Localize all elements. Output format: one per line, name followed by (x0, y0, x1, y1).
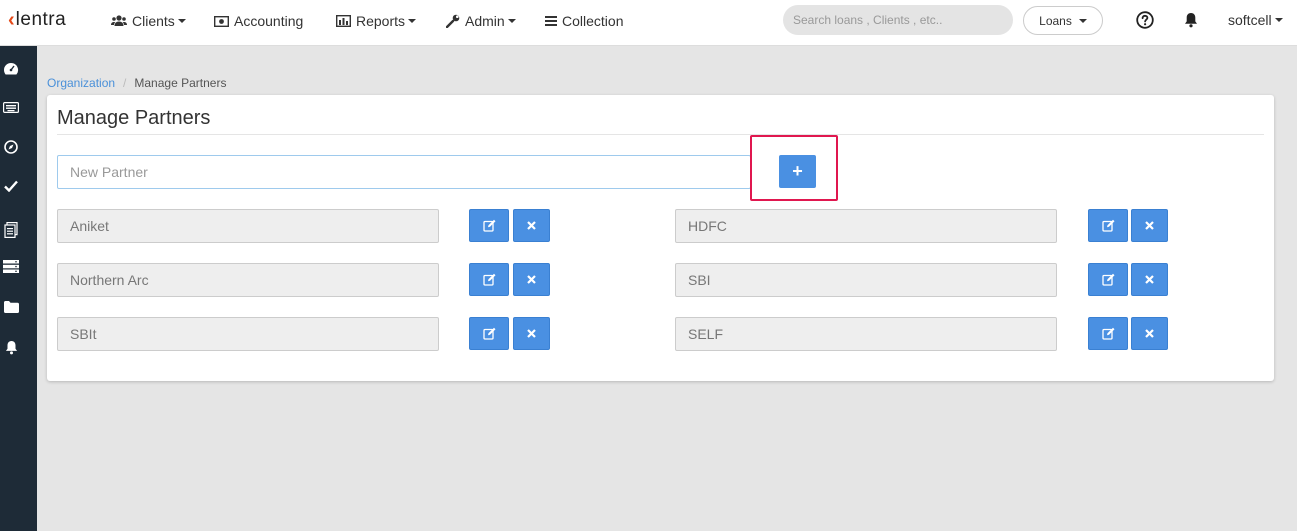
add-partner-button[interactable]: + (779, 155, 816, 188)
close-icon (1145, 275, 1154, 284)
page-title: Manage Partners (57, 107, 211, 129)
delete-partner-button[interactable] (1131, 263, 1168, 296)
folder-icon[interactable] (3, 299, 19, 315)
bell-icon[interactable] (3, 339, 19, 355)
app-logo[interactable]: ‹ lentra (8, 9, 66, 31)
help-icon[interactable] (1136, 11, 1154, 29)
chevron-down-icon (507, 19, 516, 23)
chevron-down-icon (408, 19, 417, 23)
partner-name-field[interactable] (675, 209, 1057, 243)
bar-chart-icon (336, 15, 351, 27)
breadcrumb-current: Manage Partners (134, 76, 227, 90)
partner-name-field[interactable] (675, 317, 1057, 351)
bell-icon[interactable] (1184, 12, 1198, 28)
chevron-down-icon (177, 19, 186, 23)
nav-accounting-label: Accounting (234, 13, 304, 29)
loans-dropdown[interactable]: Loans (1023, 6, 1103, 35)
users-icon (111, 15, 127, 26)
breadcrumb-separator: / (123, 76, 127, 90)
logo-text: lentra (15, 9, 67, 30)
close-icon (527, 221, 536, 230)
nav-admin-label: Admin (465, 13, 505, 29)
user-menu[interactable]: softcell (1228, 12, 1283, 28)
edit-partner-button[interactable] (469, 209, 509, 242)
partner-name-field[interactable] (675, 263, 1057, 297)
nav-clients[interactable]: Clients (111, 12, 186, 30)
edit-icon (1101, 327, 1114, 340)
breadcrumb: Organization / Manage Partners (47, 76, 226, 90)
delete-partner-button[interactable] (513, 263, 550, 296)
delete-partner-button[interactable] (513, 317, 550, 350)
check-icon[interactable] (3, 178, 19, 194)
nav-collection-label: Collection (562, 13, 624, 29)
edit-icon (1101, 219, 1114, 232)
new-partner-input[interactable] (57, 155, 751, 189)
server-icon[interactable] (3, 258, 19, 274)
delete-partner-button[interactable] (1131, 317, 1168, 350)
delete-partner-button[interactable] (513, 209, 550, 242)
title-divider (57, 134, 1264, 135)
user-name: softcell (1228, 12, 1272, 28)
close-icon (1145, 329, 1154, 338)
partner-name-field[interactable] (57, 317, 439, 351)
edit-icon (482, 219, 495, 232)
compass-icon[interactable] (3, 139, 19, 155)
loans-dropdown-label: Loans (1039, 13, 1072, 28)
documents-icon[interactable] (3, 222, 19, 238)
search-input[interactable] (783, 5, 1013, 35)
nav-admin[interactable]: Admin (446, 12, 516, 30)
close-icon (1145, 221, 1154, 230)
nav-clients-label: Clients (132, 13, 175, 29)
nav-reports[interactable]: Reports (336, 12, 417, 30)
edit-partner-button[interactable] (1088, 209, 1128, 242)
chevron-down-icon (1274, 18, 1283, 22)
edit-partner-button[interactable] (1088, 317, 1128, 350)
close-icon (527, 329, 536, 338)
partner-name-field[interactable] (57, 209, 439, 243)
breadcrumb-organization-link[interactable]: Organization (47, 76, 115, 90)
money-icon (214, 15, 229, 27)
list-icon (545, 16, 557, 26)
edit-icon (482, 273, 495, 286)
delete-partner-button[interactable] (1131, 209, 1168, 242)
top-navbar: ‹ lentra Clients Accounting Reports Admi… (0, 0, 1297, 46)
wrench-icon (446, 14, 460, 28)
manage-partners-panel: Manage Partners + (47, 95, 1274, 381)
partner-name-field[interactable] (57, 263, 439, 297)
sidebar (0, 46, 37, 531)
dashboard-icon[interactable] (3, 60, 19, 76)
edit-partner-button[interactable] (469, 263, 509, 296)
nav-accounting[interactable]: Accounting (214, 12, 303, 30)
close-icon (527, 275, 536, 284)
edit-partner-button[interactable] (1088, 263, 1128, 296)
edit-partner-button[interactable] (469, 317, 509, 350)
logo-mark-icon: ‹ (8, 9, 15, 31)
keyboard-icon[interactable] (3, 99, 19, 115)
chevron-down-icon (1078, 18, 1087, 23)
nav-reports-label: Reports (356, 13, 406, 29)
edit-icon (1101, 273, 1114, 286)
nav-collection[interactable]: Collection (545, 12, 623, 30)
edit-icon (482, 327, 495, 340)
